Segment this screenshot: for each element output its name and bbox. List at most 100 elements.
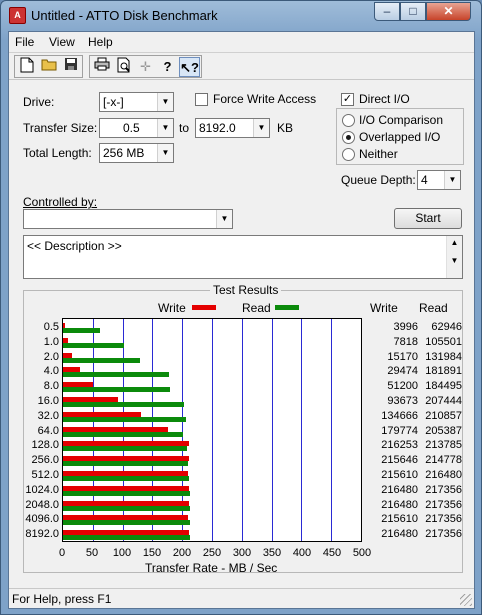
queue-depth-select[interactable]: 4 ▼ — [417, 170, 461, 190]
grid-line — [272, 319, 273, 541]
io-comparison-radio[interactable] — [342, 114, 355, 127]
block-size-label: 128.0 — [31, 439, 59, 452]
transfer-rate-plot — [62, 318, 362, 542]
total-length-label: Total Length: — [23, 146, 92, 160]
read-column-header: Read — [419, 301, 448, 315]
write-value: 216480 — [381, 528, 418, 541]
direct-io-checkbox[interactable]: ✓ — [341, 93, 354, 106]
x-tick-label: 400 — [292, 547, 312, 559]
queue-depth-label: Queue Depth: — [341, 173, 416, 187]
write-value: 134666 — [381, 409, 418, 422]
write-value: 215610 — [381, 469, 418, 481]
title-bar[interactable]: A Untitled - ATTO Disk Benchmark – □ ✕ — [1, 1, 481, 31]
transfer-to-value: 8192.0 — [199, 121, 236, 135]
description-text: << Description >> — [27, 239, 122, 253]
results-title: Test Results — [210, 283, 282, 297]
write-value: 51200 — [387, 380, 418, 393]
open-icon[interactable] — [38, 57, 59, 77]
help-icon[interactable]: ? — [157, 57, 178, 77]
description-box[interactable]: << Description >> ▲ ▼ — [23, 235, 463, 279]
block-size-label: 1024.0 — [25, 483, 59, 496]
x-tick-label: 450 — [322, 547, 342, 559]
status-bar: For Help, press F1 — [9, 588, 474, 608]
total-length-select[interactable]: 256 MB ▼ — [99, 143, 174, 163]
resize-grip[interactable] — [460, 594, 472, 606]
x-tick-label: 150 — [142, 547, 162, 559]
read-value: 131984 — [425, 350, 462, 363]
read-value: 216480 — [425, 469, 462, 481]
drive-select[interactable]: [-x-] ▼ — [99, 92, 174, 112]
read-value: 217356 — [425, 483, 462, 496]
drive-value: [-x-] — [103, 95, 124, 109]
read-bar — [63, 446, 188, 452]
start-button[interactable]: Start — [394, 208, 462, 229]
write-value: 215646 — [381, 454, 418, 467]
to-label: to — [179, 121, 190, 135]
print-icon[interactable] — [91, 57, 112, 77]
read-bar — [63, 402, 184, 407]
block-size-label: 16.0 — [37, 395, 59, 407]
read-bar — [63, 328, 100, 333]
block-size-label: 512.0 — [31, 469, 59, 481]
read-value: 181891 — [425, 365, 462, 378]
read-value: 62946 — [431, 321, 462, 333]
total-length-value: 256 MB — [103, 146, 145, 160]
read-value: 213785 — [425, 439, 462, 452]
read-value: 217356 — [425, 498, 462, 511]
direct-io-label: Direct I/O — [359, 92, 410, 106]
write-value: 93673 — [387, 395, 418, 407]
menu-bar: File View Help — [9, 32, 474, 52]
overlapped-io-radio[interactable] — [342, 131, 355, 144]
block-size-label: 4096.0 — [25, 513, 59, 526]
description-scrollbar[interactable]: ▲ ▼ — [446, 236, 462, 278]
read-value: 207444 — [425, 395, 462, 407]
read-bar — [63, 520, 190, 526]
read-bar — [63, 342, 125, 348]
write-value: 179774 — [381, 424, 418, 437]
new-icon[interactable] — [16, 57, 37, 77]
x-tick-label: 500 — [352, 547, 372, 559]
block-size-label: 8.0 — [43, 380, 59, 393]
toolbar-group-tools: ✛ ? ↖? — [89, 55, 202, 78]
read-value: 184495 — [425, 380, 462, 393]
legend-write-swatch — [192, 305, 216, 310]
context-help-icon[interactable]: ↖? — [179, 57, 200, 77]
block-size-label: 8192.0 — [25, 528, 59, 541]
x-axis-label: Transfer Rate - MB / Sec — [145, 561, 278, 575]
controlled-by-select[interactable]: ▼ — [23, 209, 233, 229]
grid-line — [331, 319, 332, 541]
neither-radio[interactable] — [342, 148, 355, 161]
transfer-size-from-select[interactable]: 0.5 ▼ — [99, 118, 174, 138]
x-tick-label: 100 — [112, 547, 132, 559]
grid-line — [242, 319, 243, 541]
client-area: File View Help ✛ ? ↖? Drive: [-x-] ▼ Tra… — [8, 31, 475, 609]
move-icon[interactable]: ✛ — [135, 57, 156, 77]
controlled-by-label: Controlled by: — [23, 195, 98, 209]
read-bar — [63, 505, 190, 511]
close-button[interactable]: ✕ — [426, 2, 471, 21]
read-bar — [63, 387, 171, 393]
maximize-button[interactable]: □ — [400, 2, 426, 21]
neither-label: Neither — [359, 147, 398, 161]
read-bar — [63, 461, 188, 467]
legend-read-label: Read — [242, 301, 271, 315]
print-preview-icon[interactable] — [113, 57, 134, 77]
x-tick-label: 300 — [232, 547, 252, 559]
x-tick-label: 350 — [262, 547, 282, 559]
menu-help[interactable]: Help — [88, 35, 113, 49]
read-value: 217356 — [425, 528, 462, 541]
toolbar-group-file — [14, 55, 83, 78]
chevron-down-icon: ▼ — [157, 144, 173, 162]
transfer-size-label: Transfer Size: — [23, 121, 98, 135]
read-bar — [63, 372, 169, 378]
minimize-button[interactable]: – — [374, 2, 400, 21]
read-bar — [63, 431, 183, 437]
transfer-size-to-select[interactable]: 8192.0 ▼ — [195, 118, 270, 138]
save-icon[interactable] — [60, 57, 81, 77]
menu-view[interactable]: View — [49, 35, 75, 49]
menu-file[interactable]: File — [15, 35, 34, 49]
force-write-checkbox[interactable] — [195, 93, 208, 106]
queue-depth-value: 4 — [421, 173, 428, 187]
write-value: 215610 — [381, 513, 418, 526]
write-value: 3996 — [393, 321, 418, 333]
